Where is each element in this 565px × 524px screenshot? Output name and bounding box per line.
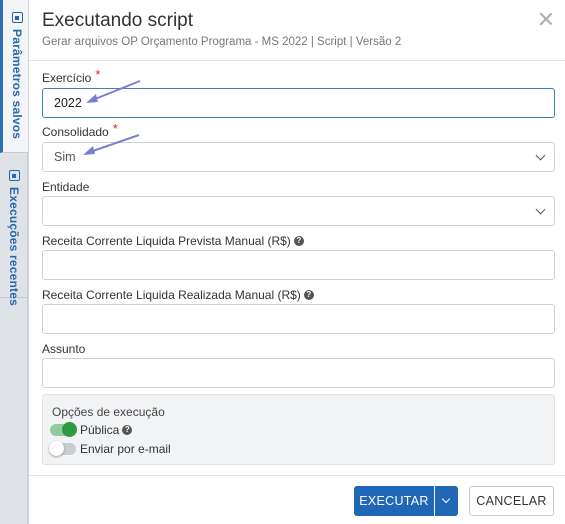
receita-prevista-input[interactable] bbox=[42, 250, 555, 280]
execute-button[interactable]: EXECUTAR bbox=[354, 486, 434, 516]
close-icon[interactable] bbox=[539, 12, 553, 26]
annotation-arrow-icon bbox=[86, 80, 141, 103]
receita-realizada-label: Receita Corrente Liquida Realizada Manua… bbox=[42, 288, 314, 302]
tab-saved-parameters[interactable]: Parâmetros salvos bbox=[0, 0, 28, 153]
tab-recent-executions[interactable]: Execuções recentes bbox=[0, 158, 28, 306]
receita-realizada-label-text: Receita Corrente Liquida Realizada Manua… bbox=[42, 288, 301, 302]
chevron-down-icon bbox=[535, 204, 546, 215]
entidade-label: Entidade bbox=[42, 180, 89, 194]
receita-prevista-label-text: Receita Corrente Liquida Prevista Manual… bbox=[42, 234, 291, 248]
publica-label: Pública bbox=[80, 423, 120, 437]
assunto-label: Assunto bbox=[42, 342, 85, 356]
publica-toggle[interactable] bbox=[50, 422, 77, 437]
tab-recent-executions-label: Execuções recentes bbox=[7, 187, 21, 307]
execution-options-panel: Opções de execução Pública ? Enviar por … bbox=[42, 394, 555, 465]
assunto-input[interactable] bbox=[42, 358, 555, 388]
execute-dropdown-button[interactable] bbox=[435, 486, 458, 516]
annotation-arrow-icon bbox=[83, 134, 140, 155]
execution-options-title: Opções de execução bbox=[52, 405, 165, 419]
entidade-label-text: Entidade bbox=[42, 180, 90, 194]
side-tabs: Parâmetros salvos Execuções recentes bbox=[0, 0, 28, 524]
assunto-label-text: Assunto bbox=[42, 342, 86, 356]
footer-divider bbox=[29, 475, 565, 476]
receita-prevista-label: Receita Corrente Liquida Prevista Manual… bbox=[42, 234, 304, 248]
email-toggle[interactable] bbox=[49, 441, 76, 456]
execute-script-dialog: Executando script Gerar arquivos OP Orça… bbox=[28, 0, 565, 524]
consolidado-value: Sim bbox=[54, 150, 76, 164]
entidade-select[interactable] bbox=[42, 196, 555, 226]
app-frame: Parâmetros salvos Execuções recentes Exe… bbox=[0, 0, 565, 524]
receita-realizada-input[interactable] bbox=[42, 304, 555, 334]
dialog-subtitle: Gerar arquivos OP Orçamento Programa - M… bbox=[42, 36, 402, 48]
cancel-button[interactable]: CANCELAR bbox=[469, 486, 554, 516]
chevron-down-icon bbox=[535, 150, 546, 161]
header-divider bbox=[29, 60, 565, 61]
email-option: Enviar por e-mail bbox=[49, 441, 171, 456]
help-icon[interactable]: ? bbox=[303, 290, 314, 300]
dialog-title: Executando script bbox=[42, 10, 194, 31]
publica-option: Pública ? bbox=[50, 422, 133, 437]
expand-icon bbox=[8, 170, 20, 181]
email-label: Enviar por e-mail bbox=[80, 442, 171, 456]
exercicio-value: 2022 bbox=[54, 96, 82, 110]
expand-icon bbox=[11, 12, 23, 23]
tab-saved-parameters-label: Parâmetros salvos bbox=[10, 29, 24, 140]
help-icon[interactable]: ? bbox=[293, 236, 304, 246]
help-icon[interactable]: ? bbox=[122, 425, 133, 435]
